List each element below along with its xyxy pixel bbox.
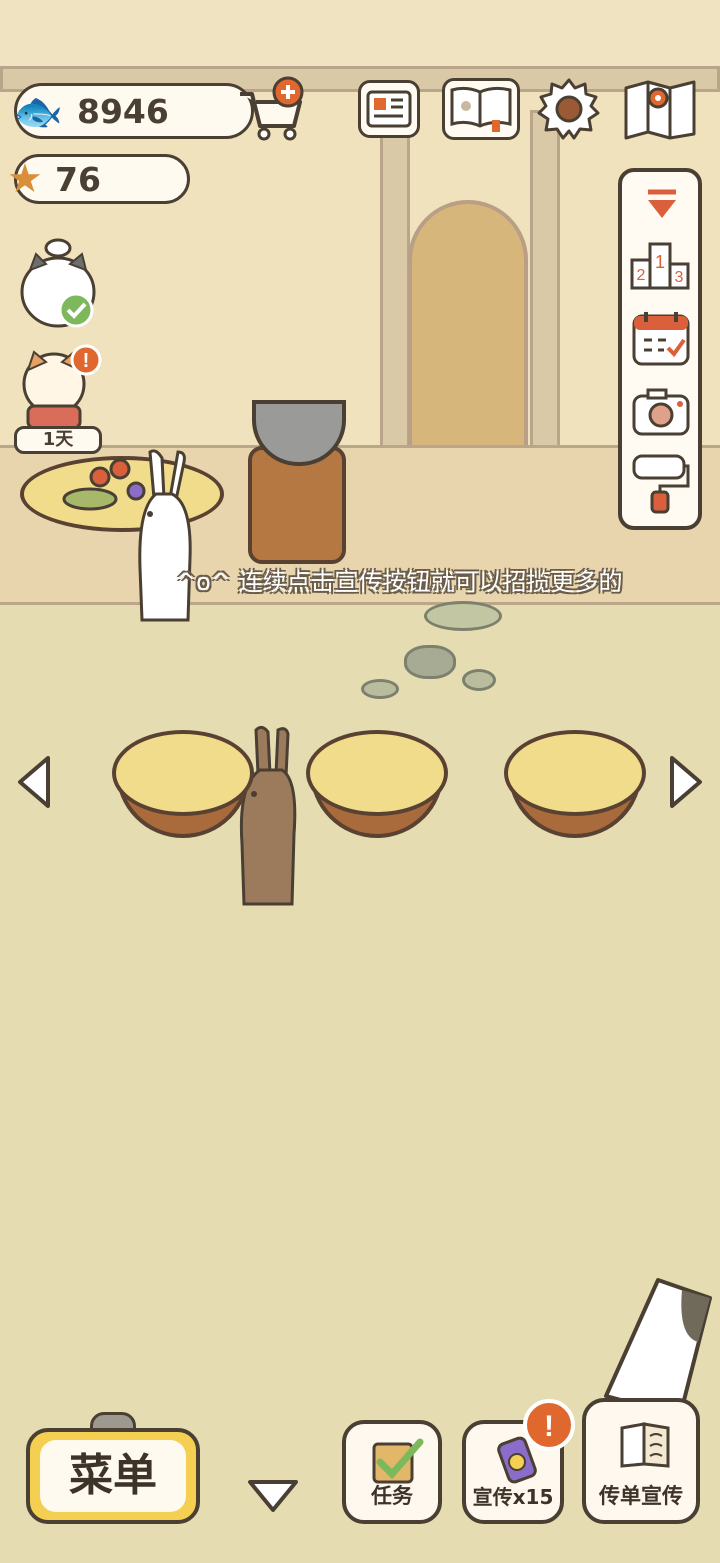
expand-bottom-button[interactable]	[244, 1474, 302, 1518]
fish-count: 8946	[77, 92, 169, 131]
white-rabbit-chef[interactable]	[132, 448, 204, 628]
chevron-left-icon	[18, 756, 50, 808]
fish-icon: 🐟	[13, 89, 63, 135]
camera-icon	[632, 388, 690, 436]
stepping-stone	[361, 679, 399, 699]
day-counter: 1天	[14, 426, 102, 454]
menu-label: 菜单	[40, 1440, 186, 1512]
stepping-stone	[424, 601, 502, 631]
svg-text:3: 3	[675, 269, 684, 286]
collapse-arrow-icon	[648, 189, 676, 218]
ranking-button[interactable]: 1 2 3	[628, 234, 694, 294]
decorate-button[interactable]	[630, 450, 692, 516]
chevron-down-icon	[248, 1480, 298, 1512]
menu-button[interactable]: 菜单	[26, 1412, 200, 1524]
lucky-cat-icon: !	[22, 344, 102, 430]
chef-cat-icon	[20, 238, 96, 328]
star-count: 76	[55, 160, 101, 199]
calendar-button[interactable]	[630, 308, 692, 370]
svg-text:!: !	[544, 1410, 554, 1443]
shop-cart-button[interactable]	[234, 76, 306, 142]
paint-roller-icon	[632, 454, 690, 514]
tip-ticker-message: ^o^ 连续点击宣传按钮就可以招揽更多的	[176, 568, 623, 596]
settings-button[interactable]	[536, 76, 602, 142]
collapse-panel-button[interactable]	[642, 186, 682, 226]
map-icon	[624, 80, 696, 140]
stump-top	[504, 730, 646, 816]
previous-seats-arrow[interactable]	[12, 752, 58, 812]
svg-text:!: !	[83, 350, 90, 372]
cart-plus-icon	[240, 76, 304, 141]
svg-text:1: 1	[655, 252, 665, 272]
tasks-button[interactable]: 任务	[342, 1420, 442, 1524]
star-currency-pill: ★ 76	[7, 154, 190, 204]
menu-button-frame: 菜单	[26, 1428, 200, 1524]
gear-icon	[537, 78, 600, 140]
star-icon: ★	[7, 156, 43, 202]
chevron-right-icon	[670, 756, 702, 808]
flyer-label: 传单宣传	[599, 1484, 683, 1508]
stepping-stone	[404, 645, 456, 679]
flyer-promote-button[interactable]: 传单宣传	[582, 1398, 700, 1524]
promote-alert-badge: !	[522, 1398, 576, 1452]
next-seats-arrow[interactable]	[662, 752, 708, 812]
recipe-book-button[interactable]	[442, 78, 520, 140]
wooden-pillar	[530, 110, 560, 450]
newspaper-button[interactable]	[358, 80, 420, 138]
recipe-book-icon	[450, 86, 512, 132]
stump-top	[306, 730, 448, 816]
seat-stump-3[interactable]	[500, 730, 650, 840]
newspaper-icon	[366, 90, 412, 128]
chef-cat-status[interactable]	[20, 232, 100, 332]
map-button[interactable]	[622, 76, 698, 142]
checklist-icon	[372, 1438, 424, 1484]
shop-ceiling	[0, 0, 720, 72]
lucky-cat-event[interactable]: ! 1天	[14, 344, 104, 454]
side-tool-panel: 1 2 3	[618, 168, 702, 530]
camera-button[interactable]	[630, 384, 692, 440]
stump-top	[112, 730, 254, 816]
seat-stump-1[interactable]	[108, 730, 258, 840]
white-rabbit-icon	[138, 449, 192, 622]
svg-text:2: 2	[637, 267, 646, 284]
seat-stump-2[interactable]	[302, 730, 452, 840]
fish-currency-pill: 🐟 8946	[13, 83, 254, 139]
exclamation-icon: !	[523, 1399, 575, 1451]
shop-doorway	[408, 200, 528, 450]
flyer-icon	[620, 1422, 670, 1468]
stepping-stone	[462, 669, 496, 691]
ranking-podium-icon: 1 2 3	[630, 242, 690, 290]
wooden-pillar	[380, 110, 410, 450]
calendar-check-icon	[632, 312, 690, 366]
